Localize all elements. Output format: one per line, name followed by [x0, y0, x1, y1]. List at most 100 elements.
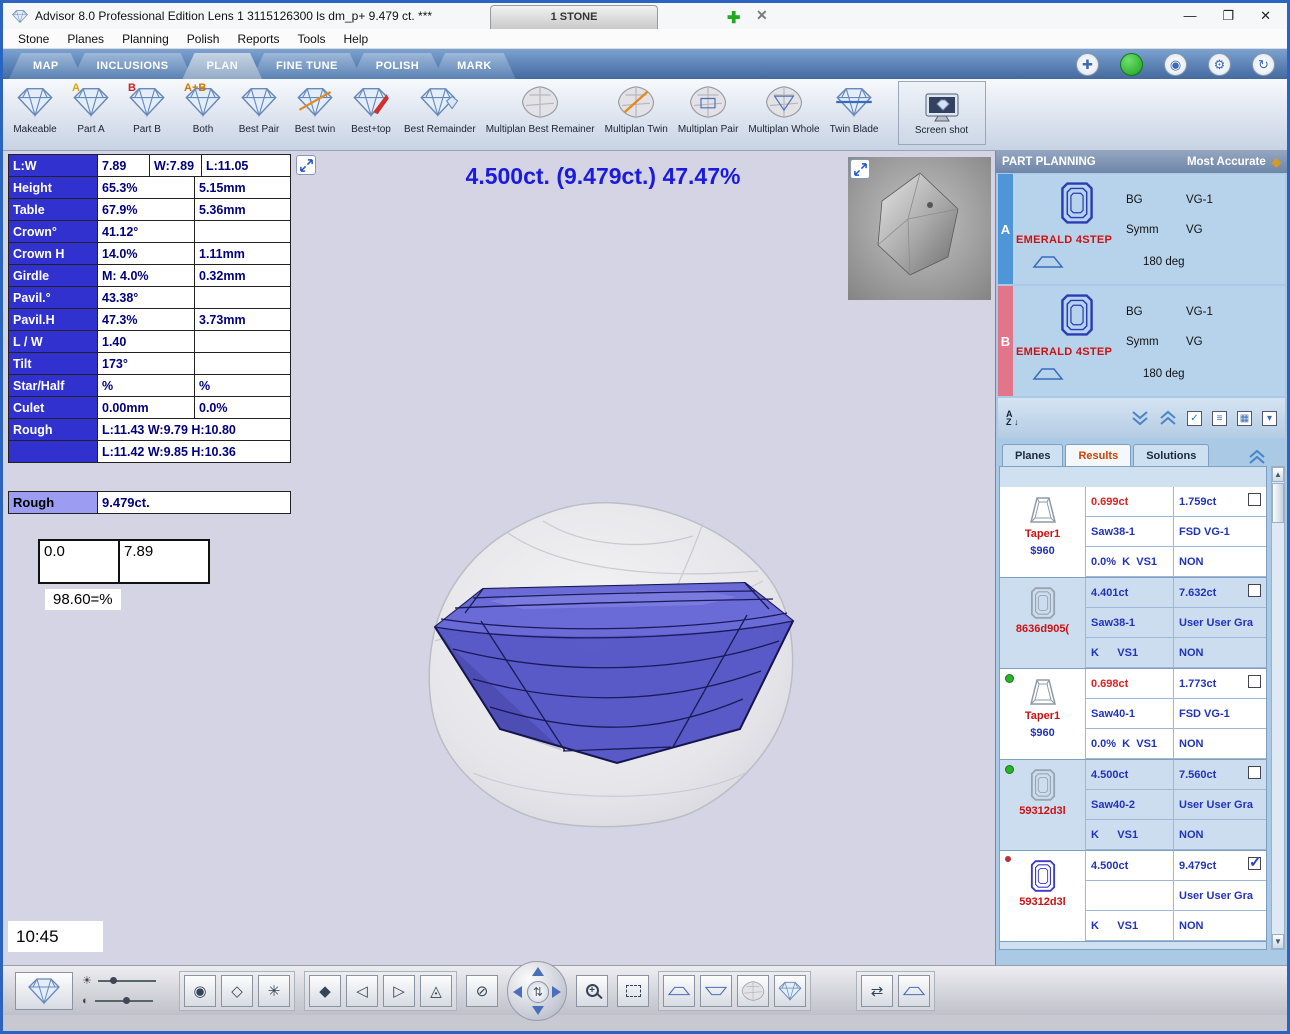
result-checkbox[interactable]: ✓ [1248, 857, 1261, 870]
menu-help[interactable]: Help [335, 31, 378, 47]
grid-filter-icon[interactable]: ▦ [1237, 411, 1252, 426]
view-plan-in-rough-button[interactable] [774, 975, 806, 1007]
toolbar-multiplan-pair[interactable]: Multiplan Pair [673, 81, 744, 135]
photo-expand-icon[interactable] [850, 159, 870, 179]
close-stone-icon[interactable]: ✕ [756, 7, 768, 24]
menu-reports[interactable]: Reports [228, 31, 288, 47]
toolbar-best-top[interactable]: Best+top [343, 81, 399, 135]
scroll-down-icon[interactable]: ▼ [1272, 934, 1284, 949]
rotate-right-icon[interactable] [552, 986, 561, 998]
zoom-area-button[interactable] [617, 975, 649, 1007]
panel-collapse-icon[interactable] [1235, 448, 1279, 466]
rotate-down-icon[interactable] [532, 1006, 544, 1015]
facets-view-button[interactable]: ✳ [258, 975, 290, 1007]
result-checkbox[interactable] [1248, 766, 1261, 779]
settings-gear-icon[interactable]: ⚙ [1208, 53, 1231, 76]
level-gem-button[interactable] [898, 975, 930, 1007]
gem-side-view-button[interactable] [15, 972, 73, 1010]
tab-mark[interactable]: MARK [433, 53, 516, 79]
menu-stone[interactable]: Stone [9, 31, 58, 47]
menu-planning[interactable]: Planning [113, 31, 178, 47]
toolbar-multiplan-twin[interactable]: Multiplan Twin [600, 81, 673, 135]
toolbar-part-b[interactable]: B Part B [119, 81, 175, 135]
part-b-block[interactable]: B EMERALD 4STEP BG VG-1 Symm VG 180 deg [998, 286, 1285, 396]
part-a-block[interactable]: A EMERALD 4STEP BG VG-1 Symm VG 180 deg [998, 174, 1285, 284]
close-button[interactable]: ✕ [1260, 8, 1271, 24]
emerald-cut-icon [1030, 859, 1056, 893]
table-view-button[interactable]: ◇ [221, 975, 253, 1007]
rotate-up-icon[interactable] [532, 967, 544, 976]
menu-polish[interactable]: Polish [178, 31, 229, 47]
maximize-button[interactable]: ❐ [1222, 8, 1234, 24]
toolbar-best-remainder[interactable]: Best Remainder [399, 81, 481, 135]
gem-remainder-icon [417, 81, 463, 123]
show-plane-b-button[interactable]: ▷ [383, 975, 415, 1007]
result-row-3[interactable]: Taper1 $960 0.698ct 1.773ct Saw40-1 FSD … [1000, 669, 1266, 760]
view-rough-button[interactable] [737, 975, 769, 1007]
check-filter-icon[interactable]: ✓ [1187, 411, 1202, 426]
toolbar-both[interactable]: A+B Both [175, 81, 231, 135]
scroll-up-icon[interactable]: ▲ [1272, 467, 1284, 482]
gem-pair-icon [236, 81, 282, 123]
lens-icon[interactable]: ◉ [1164, 53, 1187, 76]
view-crown-button[interactable] [663, 975, 695, 1007]
list-filter-icon[interactable]: ≡ [1212, 411, 1227, 426]
collapse-all-icon[interactable] [1159, 410, 1177, 426]
tab-inclusions[interactable]: INCLUSIONS [73, 53, 193, 79]
minimize-button[interactable]: — [1183, 8, 1196, 24]
result-row-5[interactable]: 59312d3l 4.500ct 9.479ct User User Gra K… [1000, 851, 1266, 942]
refresh-icon[interactable]: ↻ [1252, 53, 1275, 76]
plan-toolbar: Makeable A Part A B Part B A+B Both Best… [3, 79, 1287, 151]
swap-parts-button[interactable]: ⇄ [861, 975, 893, 1007]
toolbar-part-a[interactable]: A Part A [63, 81, 119, 135]
sort-az-icon[interactable]: AZ ↓ [1006, 410, 1019, 426]
rotation-pad[interactable]: ⇅ [507, 961, 567, 1021]
hide-planes-button[interactable]: ⊘ [466, 975, 498, 1007]
screen-shot-button[interactable]: Screen shot [898, 81, 986, 145]
scroll-thumb[interactable] [1272, 483, 1284, 523]
result-checkbox[interactable] [1248, 675, 1261, 688]
view-pavilion-button[interactable] [700, 975, 732, 1007]
show-gem-button[interactable]: ◆ [309, 975, 341, 1007]
brightness-sliders[interactable]: ☀ ◐ [82, 974, 170, 1007]
tab-polish[interactable]: POLISH [352, 53, 443, 79]
girdle-view-button[interactable]: ◉ [184, 975, 216, 1007]
menu-planes[interactable]: Planes [58, 31, 113, 47]
rotate-left-icon[interactable] [513, 986, 522, 998]
result-row-2[interactable]: 8636d905( 4.401ct 7.632ct Saw38-1 User U… [1000, 578, 1266, 669]
result-row-1[interactable]: Taper1 $960 0.699ct 1.759ct Saw38-1 FSD … [1000, 487, 1266, 578]
rotate-center-icon[interactable]: ⇅ [527, 981, 549, 1003]
show-tagged-button[interactable]: ◬ [420, 975, 452, 1007]
show-plane-a-button[interactable]: ◁ [346, 975, 378, 1007]
emerald-cut-icon [1030, 586, 1056, 620]
tab-planes[interactable]: Planes [1002, 444, 1063, 466]
pin-icon[interactable]: ▾ [1262, 411, 1277, 426]
add-stone-icon[interactable]: ✚ [727, 8, 740, 28]
zoom-in-button[interactable]: + [576, 975, 608, 1007]
stone-tab[interactable]: 1 STONE [490, 5, 658, 29]
toolbar-multiplan-best-remainer[interactable]: Multiplan Best Remainer [481, 81, 600, 135]
result-checkbox[interactable] [1248, 584, 1261, 597]
toolbar-best-pair[interactable]: Best Pair [231, 81, 287, 135]
angle-value-a[interactable]: 0.0 [38, 539, 120, 584]
tab-results[interactable]: Results [1065, 444, 1131, 466]
gem-ab-icon: A+B [180, 81, 226, 123]
tab-map[interactable]: MAP [9, 53, 83, 79]
results-scrollbar[interactable]: ▲ ▼ [1271, 466, 1285, 950]
toolbar-makeable[interactable]: Makeable [7, 81, 63, 135]
toolbar-twin-blade[interactable]: Twin Blade [825, 81, 884, 135]
tab-fine-tune[interactable]: FINE TUNE [252, 53, 362, 79]
toolbar-multiplan-whole[interactable]: Multiplan Whole [743, 81, 824, 135]
toolbar-best-twin[interactable]: Best twin [287, 81, 343, 135]
part-a-badge: A [998, 174, 1013, 284]
compass-icon[interactable]: ✚ [1076, 53, 1099, 76]
status-green-icon[interactable] [1120, 53, 1143, 76]
result-row-4[interactable]: 59312d3l 4.500ct 7.560ct Saw40-2 User Us… [1000, 760, 1266, 851]
menu-tools[interactable]: Tools [289, 31, 335, 47]
angle-value-b[interactable]: 7.89 [120, 539, 210, 584]
tab-plan[interactable]: PLAN [183, 53, 263, 79]
result-checkbox[interactable] [1248, 493, 1261, 506]
tab-solutions[interactable]: Solutions [1133, 444, 1209, 466]
accuracy-label[interactable]: Most Accurate [1187, 156, 1266, 168]
expand-all-icon[interactable] [1131, 410, 1149, 426]
